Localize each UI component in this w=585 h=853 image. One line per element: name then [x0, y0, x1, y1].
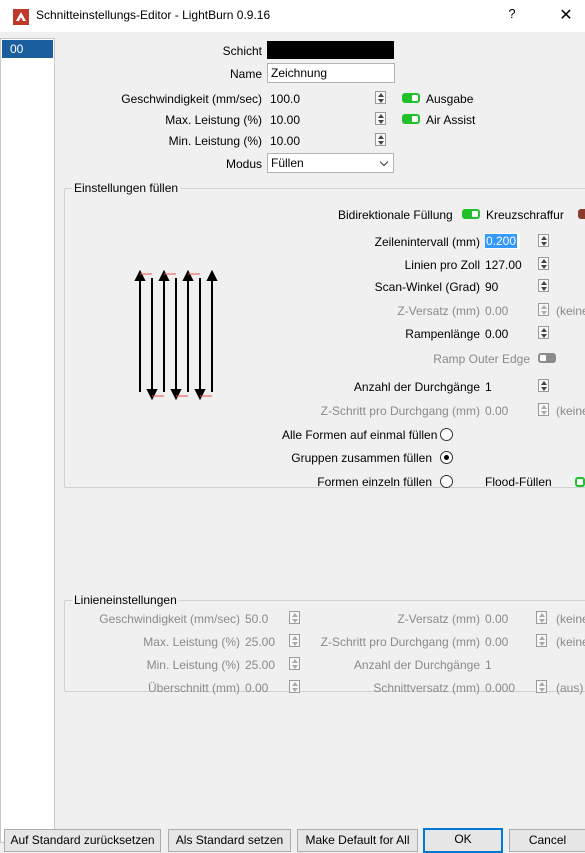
- line-z-step-suffix: (keine: [556, 635, 585, 649]
- kerf-input[interactable]: 0.000: [485, 681, 515, 695]
- mode-select[interactable]: Füllen: [267, 153, 394, 173]
- lines-per-inch-input[interactable]: 127.00: [485, 258, 522, 272]
- set-default-button[interactable]: Als Standard setzen: [168, 829, 291, 852]
- fill-z-offset-label: Z-Versatz (mm): [397, 304, 480, 318]
- line-settings-title: Linieneinstellungen: [72, 593, 179, 607]
- lines-per-inch-spinner[interactable]: [538, 257, 549, 270]
- ok-button[interactable]: OK: [423, 828, 503, 853]
- line-interval-value: 0.200: [485, 234, 518, 248]
- max-power-input[interactable]: 10.00: [270, 113, 300, 127]
- line-z-step-spinner[interactable]: [536, 634, 547, 647]
- line-interval-label: Zeilenintervall (mm): [374, 235, 480, 249]
- line-min-power-spinner[interactable]: [289, 657, 300, 670]
- line-z-offset-suffix: (keine: [556, 612, 585, 626]
- fill-settings-title: Einstellungen füllen: [72, 181, 181, 195]
- min-power-label: Min. Leistung (%): [168, 134, 262, 148]
- fill-passes-spinner[interactable]: [538, 379, 549, 392]
- fill-individual-radio[interactable]: [440, 475, 453, 488]
- fill-groups-label: Gruppen zusammen füllen: [291, 451, 432, 465]
- line-passes-label: Anzahl der Durchgänge: [353, 658, 480, 672]
- ramp-length-input[interactable]: 0.00: [485, 327, 508, 341]
- fill-all-label: Alle Formen auf einmal füllen: [282, 428, 438, 442]
- min-power-input[interactable]: 10.00: [270, 134, 300, 148]
- window-title: Schnitteinstellungs-Editor - LightBurn 0…: [36, 8, 271, 22]
- ramp-length-spinner[interactable]: [538, 326, 549, 339]
- line-z-step-label: Z-Schritt pro Durchgang (mm): [320, 635, 480, 649]
- lightburn-logo-icon: [13, 9, 29, 25]
- fill-z-step-spinner[interactable]: [538, 403, 549, 416]
- line-min-power-input[interactable]: 25.00: [245, 658, 275, 672]
- ramp-outer-edge-toggle[interactable]: [538, 353, 556, 363]
- cancel-button[interactable]: Cancel: [509, 829, 585, 852]
- line-speed-spinner[interactable]: [289, 611, 300, 624]
- overcut-label: Überschnitt (mm): [147, 681, 240, 695]
- line-speed-label: Geschwindigkeit (mm/sec): [99, 612, 240, 626]
- fill-z-offset-input[interactable]: 0.00: [485, 304, 508, 318]
- line-max-power-input[interactable]: 25.00: [245, 635, 275, 649]
- schicht-label: Schicht: [222, 44, 262, 58]
- crosshatch-toggle[interactable]: [578, 209, 585, 219]
- layer-list[interactable]: 00: [0, 38, 55, 843]
- scan-angle-input[interactable]: 90: [485, 280, 498, 294]
- flood-fill-label: Flood-Füllen: [485, 475, 552, 489]
- speed-label: Geschwindigkeit (mm/sec): [121, 92, 262, 106]
- fill-z-step-input[interactable]: 0.00: [485, 404, 508, 418]
- name-input[interactable]: Zeichnung: [267, 63, 395, 83]
- ramp-outer-edge-label: Ramp Outer Edge: [433, 352, 530, 366]
- chevron-down-icon: [379, 157, 389, 167]
- line-interval-input[interactable]: 0.200: [485, 233, 520, 249]
- mode-value: Füllen: [271, 156, 304, 170]
- ramp-length-label: Rampenlänge: [405, 327, 480, 341]
- bidirectional-label: Bidirektionale Füllung: [338, 208, 453, 222]
- mode-label: Modus: [225, 157, 262, 171]
- overcut-input[interactable]: 0.00: [245, 681, 268, 695]
- make-default-all-button[interactable]: Make Default for All: [297, 829, 418, 852]
- speed-spinner[interactable]: [375, 91, 386, 104]
- fill-all-radio[interactable]: [440, 428, 453, 441]
- output-toggle[interactable]: [402, 93, 420, 103]
- air-assist-toggle[interactable]: [402, 114, 420, 124]
- close-icon[interactable]: ✕: [552, 5, 580, 27]
- help-button[interactable]: ?: [500, 6, 524, 26]
- output-label: Ausgabe: [426, 92, 474, 106]
- lines-per-inch-label: Linien pro Zoll: [404, 258, 480, 272]
- fill-passes-label: Anzahl der Durchgänge: [353, 380, 480, 394]
- max-power-label: Max. Leistung (%): [165, 113, 262, 127]
- kerf-suffix: (aus): [556, 681, 584, 695]
- line-max-power-spinner[interactable]: [289, 634, 300, 647]
- speed-input[interactable]: 100.0: [270, 92, 300, 106]
- min-power-spinner[interactable]: [375, 133, 386, 146]
- fill-individual-label: Formen einzeln füllen: [317, 475, 432, 489]
- fill-z-step-suffix: (keine: [556, 404, 585, 418]
- bidirectional-toggle[interactable]: [462, 209, 480, 219]
- kerf-spinner[interactable]: [536, 680, 547, 693]
- scan-angle-label: Scan-Winkel (Grad): [374, 280, 480, 294]
- fill-z-offset-spinner[interactable]: [538, 303, 549, 316]
- bidirectional-fill-preview-icon: [134, 270, 218, 400]
- fill-z-offset-suffix: (keine: [556, 304, 585, 318]
- air-assist-label: Air Assist: [426, 113, 476, 127]
- line-interval-spinner[interactable]: [538, 234, 549, 247]
- fill-groups-radio[interactable]: [440, 451, 453, 464]
- kerf-label: Schnittversatz (mm): [373, 681, 480, 695]
- fill-passes-input[interactable]: 1: [485, 380, 492, 394]
- flood-fill-toggle[interactable]: [575, 477, 585, 487]
- line-z-offset-label: Z-Versatz (mm): [397, 612, 480, 626]
- line-passes-input[interactable]: 1: [485, 658, 492, 672]
- scan-angle-spinner[interactable]: [538, 279, 549, 292]
- max-power-spinner[interactable]: [375, 112, 386, 125]
- line-min-power-label: Min. Leistung (%): [146, 658, 240, 672]
- reset-default-button[interactable]: Auf Standard zurücksetzen: [4, 829, 161, 852]
- crosshatch-label: Kreuzschraffur: [486, 208, 564, 222]
- line-speed-input[interactable]: 50.0: [245, 612, 268, 626]
- layer-color-swatch[interactable]: [267, 41, 394, 59]
- fill-z-step-label: Z-Schritt pro Durchgang (mm): [320, 404, 480, 418]
- line-z-offset-input[interactable]: 0.00: [485, 612, 508, 626]
- name-label: Name: [229, 67, 262, 81]
- line-z-step-input[interactable]: 0.00: [485, 635, 508, 649]
- line-z-offset-spinner[interactable]: [536, 611, 547, 624]
- layer-item-00[interactable]: 00: [2, 40, 53, 58]
- overcut-spinner[interactable]: [289, 680, 300, 693]
- line-max-power-label: Max. Leistung (%): [143, 635, 240, 649]
